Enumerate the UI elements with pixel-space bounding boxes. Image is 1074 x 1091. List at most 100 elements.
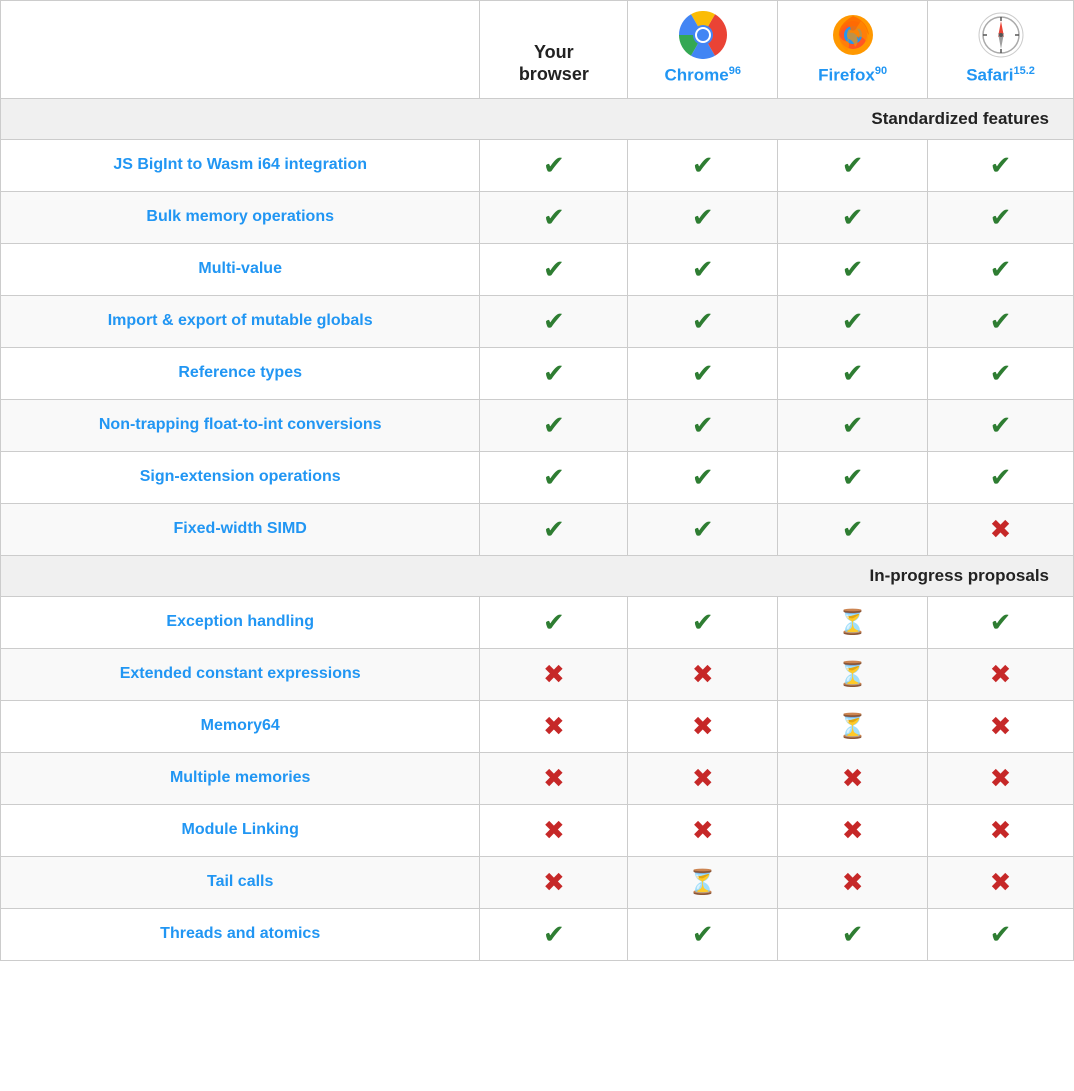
- cell-safari: ✖: [928, 700, 1074, 752]
- cell-safari: ✔: [928, 451, 1074, 503]
- table-row: Fixed-width SIMD ✔ ✔ ✔ ✖: [1, 503, 1074, 555]
- cell-chrome: ⏳: [628, 856, 778, 908]
- section-title-1: In-progress proposals: [1, 555, 1074, 596]
- cell-chrome: ✔: [628, 451, 778, 503]
- feature-name: Tail calls: [1, 856, 480, 908]
- table-row: Extended constant expressions ✖ ✖ ⏳ ✖: [1, 648, 1074, 700]
- cell-safari: ✔: [928, 908, 1074, 960]
- cell-firefox: ✖: [778, 752, 928, 804]
- cell-safari: ✔: [928, 243, 1074, 295]
- cell-chrome: ✔: [628, 139, 778, 191]
- safari-header: Safari15.2: [928, 1, 1074, 99]
- table-row: JS BigInt to Wasm i64 integration ✔ ✔ ✔ …: [1, 139, 1074, 191]
- cell-chrome: ✖: [628, 648, 778, 700]
- cell-your-browser: ✔: [480, 191, 628, 243]
- section-header-0: Standardized features: [1, 98, 1074, 139]
- feature-column-header: [1, 1, 480, 99]
- cell-your-browser: ✔: [480, 908, 628, 960]
- table-row: Sign-extension operations ✔ ✔ ✔ ✔: [1, 451, 1074, 503]
- table-body: Standardized features JS BigInt to Wasm …: [1, 98, 1074, 960]
- cell-your-browser: ✖: [480, 804, 628, 856]
- cell-safari: ✔: [928, 191, 1074, 243]
- cell-safari: ✔: [928, 596, 1074, 648]
- chrome-name: Chrome96: [636, 65, 769, 86]
- cell-chrome: ✔: [628, 295, 778, 347]
- cell-safari: ✔: [928, 139, 1074, 191]
- cell-your-browser: ✖: [480, 856, 628, 908]
- cell-your-browser: ✔: [480, 295, 628, 347]
- cell-chrome: ✔: [628, 191, 778, 243]
- cell-your-browser: ✖: [480, 752, 628, 804]
- chrome-header: Chrome96: [628, 1, 778, 99]
- cell-chrome: ✔: [628, 596, 778, 648]
- cell-firefox: ✔: [778, 295, 928, 347]
- your-browser-label: Your browser: [519, 42, 589, 84]
- cell-safari: ✖: [928, 856, 1074, 908]
- cell-chrome: ✔: [628, 399, 778, 451]
- cell-your-browser: ✖: [480, 700, 628, 752]
- cell-your-browser: ✔: [480, 139, 628, 191]
- cell-firefox: ✔: [778, 139, 928, 191]
- table-row: Import & export of mutable globals ✔ ✔ ✔…: [1, 295, 1074, 347]
- feature-name: Multiple memories: [1, 752, 480, 804]
- cell-your-browser: ✔: [480, 243, 628, 295]
- cell-your-browser: ✖: [480, 648, 628, 700]
- table-header: Your browser: [1, 1, 1074, 99]
- your-browser-header: Your browser: [480, 1, 628, 99]
- cell-your-browser: ✔: [480, 399, 628, 451]
- cell-firefox: ✔: [778, 399, 928, 451]
- table-row: Multiple memories ✖ ✖ ✖ ✖: [1, 752, 1074, 804]
- firefox-name: Firefox90: [786, 65, 919, 86]
- feature-name: Fixed-width SIMD: [1, 503, 480, 555]
- cell-firefox: ✔: [778, 451, 928, 503]
- feature-name: Extended constant expressions: [1, 648, 480, 700]
- feature-name: Threads and atomics: [1, 908, 480, 960]
- cell-safari: ✖: [928, 804, 1074, 856]
- table-row: Bulk memory operations ✔ ✔ ✔ ✔: [1, 191, 1074, 243]
- cell-your-browser: ✔: [480, 347, 628, 399]
- cell-safari: ✔: [928, 295, 1074, 347]
- cell-chrome: ✖: [628, 752, 778, 804]
- cell-firefox: ✔: [778, 503, 928, 555]
- feature-name: Import & export of mutable globals: [1, 295, 480, 347]
- cell-chrome: ✖: [628, 804, 778, 856]
- cell-firefox: ✔: [778, 908, 928, 960]
- cell-safari: ✔: [928, 347, 1074, 399]
- cell-chrome: ✔: [628, 347, 778, 399]
- table-row: Memory64 ✖ ✖ ⏳ ✖: [1, 700, 1074, 752]
- chrome-icon: [679, 11, 727, 59]
- cell-firefox: ✖: [778, 856, 928, 908]
- section-header-1: In-progress proposals: [1, 555, 1074, 596]
- feature-name: Reference types: [1, 347, 480, 399]
- feature-name: Module Linking: [1, 804, 480, 856]
- table-row: Module Linking ✖ ✖ ✖ ✖: [1, 804, 1074, 856]
- feature-name: Memory64: [1, 700, 480, 752]
- cell-safari: ✖: [928, 752, 1074, 804]
- safari-name: Safari15.2: [936, 65, 1065, 86]
- cell-safari: ✖: [928, 648, 1074, 700]
- cell-chrome: ✖: [628, 700, 778, 752]
- feature-name: Exception handling: [1, 596, 480, 648]
- table-row: Multi-value ✔ ✔ ✔ ✔: [1, 243, 1074, 295]
- feature-name: Multi-value: [1, 243, 480, 295]
- cell-firefox: ⏳: [778, 700, 928, 752]
- section-title-0: Standardized features: [1, 98, 1074, 139]
- table-row: Exception handling ✔ ✔ ⏳ ✔: [1, 596, 1074, 648]
- feature-name: JS BigInt to Wasm i64 integration: [1, 139, 480, 191]
- cell-chrome: ✔: [628, 908, 778, 960]
- cell-firefox: ✔: [778, 243, 928, 295]
- cell-chrome: ✔: [628, 503, 778, 555]
- cell-your-browser: ✔: [480, 596, 628, 648]
- cell-firefox: ✖: [778, 804, 928, 856]
- cell-firefox: ✔: [778, 347, 928, 399]
- firefox-header: Firefox90: [778, 1, 928, 99]
- cell-firefox: ⏳: [778, 596, 928, 648]
- feature-name: Sign-extension operations: [1, 451, 480, 503]
- cell-safari: ✔: [928, 399, 1074, 451]
- cell-your-browser: ✔: [480, 503, 628, 555]
- cell-chrome: ✔: [628, 243, 778, 295]
- cell-firefox: ⏳: [778, 648, 928, 700]
- table-row: Reference types ✔ ✔ ✔ ✔: [1, 347, 1074, 399]
- cell-safari: ✖: [928, 503, 1074, 555]
- safari-icon: [977, 11, 1025, 59]
